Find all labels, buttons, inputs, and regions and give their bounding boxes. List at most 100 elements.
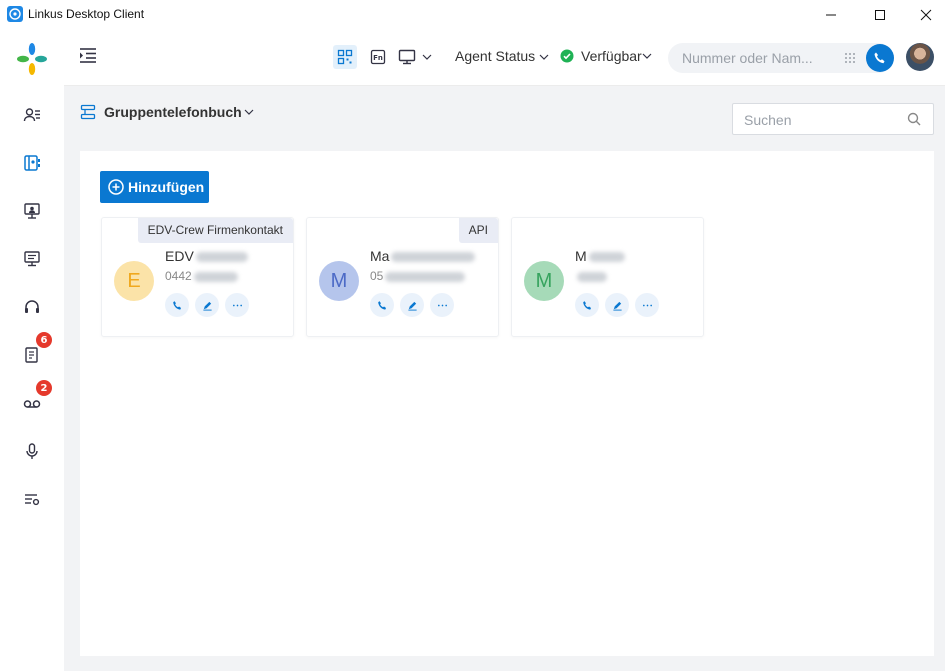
monitor-icon [24, 251, 40, 267]
sidebar-item-headset[interactable] [17, 292, 47, 322]
more-options-button[interactable] [635, 293, 659, 317]
contact-card[interactable]: M M [511, 217, 704, 337]
contact-name-text: EDV [165, 248, 194, 264]
call-log-badge: 6 [36, 332, 52, 348]
phonebook-icon [24, 155, 40, 171]
edit-contact-button[interactable] [195, 293, 219, 317]
chevron-down-icon [539, 54, 549, 60]
function-key-icon: Fn [370, 49, 386, 65]
sidebar-item-call-log[interactable]: 6 [17, 332, 52, 370]
dial-input[interactable] [682, 50, 832, 66]
redacted-blur [577, 271, 607, 282]
contact-avatar: M [524, 261, 564, 301]
phonebook-title: Gruppentelefonbuch [104, 104, 242, 120]
qr-code-icon [337, 49, 353, 65]
collapse-menu-button[interactable] [78, 46, 100, 66]
contact-name-text: M [575, 248, 587, 264]
add-button-label: Hinzufügen [128, 179, 205, 195]
sidebar-item-voicemail[interactable]: 2 [17, 380, 52, 418]
contact-number-text: 05 [370, 269, 384, 283]
contact-tag: EDV-Crew Firmenkontakt [137, 218, 293, 243]
contact-tag: API [458, 218, 498, 243]
edit-icon [612, 301, 622, 311]
window-title: Linkus Desktop Client [28, 7, 145, 21]
contacts-panel: Hinzufügen EDV-Crew Firmenkontakt E EDV … [80, 151, 934, 656]
sidebar-item-recordings[interactable] [17, 436, 47, 466]
contact-number [575, 269, 607, 283]
list-settings-icon [25, 494, 40, 506]
chevron-down-icon [244, 109, 254, 115]
search-icon[interactable] [907, 112, 921, 126]
contact-actions [370, 293, 454, 317]
title-bar: Linkus Desktop Client [0, 0, 945, 29]
close-button[interactable] [903, 0, 945, 29]
contact-actions [575, 293, 659, 317]
indent-menu-icon [80, 48, 96, 63]
edit-icon [407, 301, 417, 311]
edit-contact-button[interactable] [605, 293, 629, 317]
phone-icon [582, 300, 591, 310]
available-check-icon [560, 49, 574, 63]
user-avatar[interactable] [906, 43, 934, 71]
agent-status-label: Agent Status [455, 48, 536, 64]
phone-icon [874, 52, 885, 64]
call-contact-button[interactable] [370, 293, 394, 317]
sidebar-item-settings[interactable] [17, 484, 47, 514]
sidebar-item-conference[interactable] [17, 196, 47, 226]
contact-card[interactable]: EDV-Crew Firmenkontakt E EDV 0442 [101, 217, 294, 337]
headset-icon [25, 300, 39, 313]
screen-share-dropdown[interactable] [398, 45, 440, 69]
dial-bar [668, 43, 894, 73]
function-keys-button[interactable]: Fn [366, 45, 390, 69]
sidebar: 6 2 [0, 29, 64, 671]
contact-number: 0442 [165, 269, 238, 283]
search-box [732, 103, 934, 135]
dialpad-icon[interactable] [844, 52, 856, 64]
more-icon [437, 304, 447, 306]
contact-card[interactable]: API M Ma 05 [306, 217, 499, 337]
agent-status-dropdown[interactable]: Agent Status [455, 48, 549, 64]
contacts-icon [23, 108, 40, 122]
more-options-button[interactable] [225, 293, 249, 317]
group-phonebook-icon [80, 104, 96, 120]
voicemail-badge: 2 [36, 380, 52, 396]
sidebar-item-monitor[interactable] [17, 244, 47, 274]
presence-dropdown[interactable]: Verfügbar [560, 48, 652, 64]
contact-number: 05 [370, 269, 466, 283]
desktop-icon [398, 49, 416, 65]
edit-contact-button[interactable] [400, 293, 424, 317]
contact-name-text: Ma [370, 248, 390, 264]
voicemail-icon [23, 400, 41, 408]
add-contact-button[interactable]: Hinzufügen [100, 171, 209, 203]
plus-circle-icon [108, 179, 124, 195]
phonebook-selector[interactable]: Gruppentelefonbuch [80, 104, 254, 120]
sidebar-item-contacts[interactable] [17, 100, 47, 130]
edit-icon [202, 301, 212, 311]
top-bar: Fn Agent Status Verfügbar [64, 29, 945, 86]
maximize-button[interactable] [857, 0, 903, 29]
sidebar-item-phonebook[interactable] [17, 148, 47, 178]
redacted-blur [588, 252, 625, 263]
linkus-logo [16, 41, 48, 77]
contact-name: Ma [370, 248, 476, 264]
phone-icon [377, 300, 386, 310]
chevron-down-icon [422, 54, 432, 60]
more-options-button[interactable] [430, 293, 454, 317]
redacted-blur [195, 252, 248, 263]
call-button[interactable] [866, 44, 894, 72]
microphone-icon [26, 443, 38, 459]
more-icon [642, 304, 652, 306]
svg-text:Fn: Fn [373, 54, 383, 62]
call-contact-button[interactable] [165, 293, 189, 317]
minimize-button[interactable] [808, 0, 854, 29]
contact-name: M [575, 248, 625, 264]
contact-name: EDV [165, 248, 248, 264]
phone-icon [172, 300, 181, 310]
qr-code-button[interactable] [333, 45, 357, 69]
presence-label: Verfügbar [581, 48, 642, 64]
call-contact-button[interactable] [575, 293, 599, 317]
contact-actions [165, 293, 249, 317]
search-input[interactable] [744, 112, 904, 128]
app-icon [7, 6, 23, 22]
chevron-down-icon [642, 53, 652, 59]
